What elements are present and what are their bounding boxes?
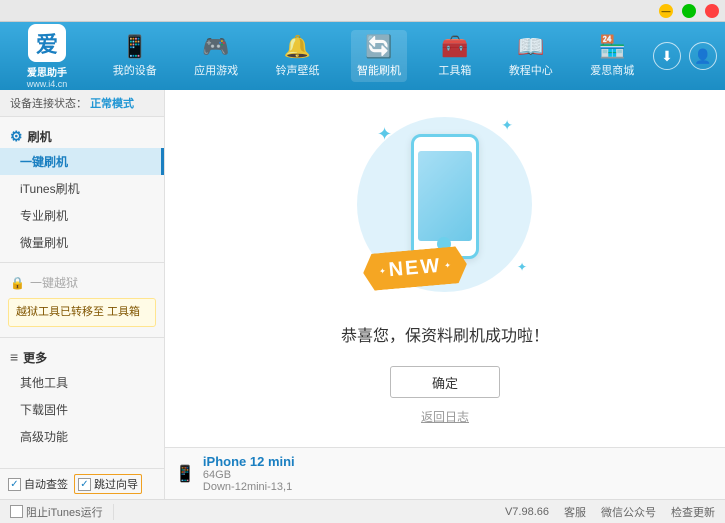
sidebar-item-advanced[interactable]: 高级功能: [0, 423, 164, 450]
device-name: iPhone 12 mini: [203, 454, 295, 469]
skip-wizard-checkbox[interactable]: ✓ 跳过向导: [74, 474, 142, 494]
nav-label-think-store: 爱思商城: [590, 62, 634, 78]
sidebar-item-one-key-flash[interactable]: 一键刷机: [0, 148, 164, 175]
success-message: 恭喜您，保资料刷机成功啦！: [341, 322, 549, 346]
new-star-right: ✦: [444, 261, 451, 271]
download-icon: ⬇: [661, 48, 673, 65]
nav-label-ringtones: 铃声壁纸: [276, 62, 320, 78]
jailbreak-warning: 越狱工具已转移至 工具箱: [8, 298, 156, 327]
status-bottom-bar: 阻止iTunes运行 V7.98.66 客服 微信公众号 检查更新: [0, 499, 725, 523]
device-storage: 64GB: [203, 469, 295, 481]
tutorial-icon: 📖: [517, 34, 544, 60]
nav-item-apps-games[interactable]: 🎮 应用游戏: [188, 30, 244, 82]
more-icon: ≡: [10, 349, 18, 365]
prevent-itunes-label: 阻止iTunes运行: [26, 504, 103, 520]
new-star-left: ✦: [379, 267, 386, 277]
status-label: 设备连接状态：: [10, 98, 87, 110]
nav-item-tutorial[interactable]: 📖 教程中心: [503, 30, 559, 82]
sidebar-item-itunes-flash[interactable]: iTunes刷机: [0, 175, 164, 202]
nav-label-my-device: 我的设备: [113, 62, 157, 78]
sparkle-top-right: ✦: [501, 117, 513, 134]
auto-complete-label: 自动查签: [24, 476, 68, 492]
maximize-button[interactable]: [682, 4, 696, 18]
nav-label-toolbox: 工具箱: [438, 62, 471, 78]
apps-games-icon: 🎮: [202, 34, 229, 60]
jailbreak-section: 🔒 一键越狱 越狱工具已转移至 工具箱: [0, 263, 164, 337]
jailbreak-section-title: 🔒 一键越狱: [0, 269, 164, 294]
phone-screen: [418, 151, 472, 241]
flash-section-title: ⚙ 刷机: [0, 123, 164, 148]
minimize-button[interactable]: —: [659, 4, 673, 18]
version-text: V7.98.66: [505, 506, 549, 518]
my-device-icon: 📱: [121, 34, 148, 60]
flash-icon: ⚙: [10, 128, 23, 145]
sparkle-left: ✦: [377, 124, 392, 145]
auto-complete-check-box: ✓: [8, 478, 21, 491]
smart-flash-icon: 🔄: [365, 34, 392, 60]
prevent-itunes-area: 阻止iTunes运行: [10, 504, 114, 520]
device-info-bar: 📱 iPhone 12 mini 64GB Down-12mini-13,1: [165, 447, 725, 499]
flash-section: ⚙ 刷机 一键刷机 iTunes刷机 专业刷机 微量刷机: [0, 117, 164, 262]
prevent-itunes-checkbox[interactable]: [10, 505, 23, 518]
phone-body: [411, 134, 479, 259]
sidebar-item-download-firmware[interactable]: 下载固件: [0, 396, 164, 423]
wechat-link[interactable]: 微信公众号: [601, 504, 656, 520]
nav-bar: 📱 我的设备 🎮 应用游戏 🔔 铃声壁纸 🔄 智能刷机 🧰 工具箱 📖: [94, 30, 653, 82]
success-illustration: ✦ ✦ ✦ ✦ NEW ✦: [345, 112, 545, 312]
logo[interactable]: 爱 爱思助手 www.i4.cn: [8, 24, 86, 89]
device-details: iPhone 12 mini 64GB Down-12mini-13,1: [203, 454, 295, 493]
sidebar: 设备连接状态： 正常模式 ⚙ 刷机 一键刷机 iTunes刷机: [0, 90, 165, 499]
lock-icon: 🔒: [10, 276, 25, 290]
download-button[interactable]: ⬇: [653, 42, 681, 70]
new-text: NEW: [388, 255, 442, 283]
header-right: ⬇ 👤: [653, 42, 717, 70]
nav-item-ringtones[interactable]: 🔔 铃声壁纸: [270, 30, 326, 82]
nav-item-toolbox[interactable]: 🧰 工具箱: [432, 30, 477, 82]
skip-wizard-check-box: ✓: [78, 478, 91, 491]
main-area: 设备连接状态： 正常模式 ⚙ 刷机 一键刷机 iTunes刷机: [0, 90, 725, 499]
status-value: 正常模式: [90, 98, 134, 110]
nav-item-smart-flash[interactable]: 🔄 智能刷机: [351, 30, 407, 82]
status-bar: 设备连接状态： 正常模式: [0, 90, 164, 117]
ringtones-icon: 🔔: [284, 34, 311, 60]
logo-url: www.i4.cn: [27, 79, 68, 89]
auto-complete-checkbox[interactable]: ✓ 自动查签: [8, 476, 68, 492]
header: 爱 爱思助手 www.i4.cn 📱 我的设备 🎮 应用游戏 🔔 铃声壁纸 🔄 …: [0, 22, 725, 90]
nav-item-think-store[interactable]: 🏪 爱思商城: [584, 30, 640, 82]
close-button[interactable]: [705, 4, 719, 18]
nav-label-tutorial: 教程中心: [509, 62, 553, 78]
logo-name: 爱思助手: [27, 64, 67, 79]
success-panel: ✦ ✦ ✦ ✦ NEW ✦ 恭喜您，保资料刷机成功啦！: [165, 90, 725, 447]
return-link[interactable]: 返回日志: [421, 408, 469, 425]
think-store-icon: 🏪: [599, 34, 626, 60]
content-area: ✦ ✦ ✦ ✦ NEW ✦ 恭喜您，保资料刷机成功啦！: [165, 90, 725, 499]
skip-wizard-label: 跳过向导: [94, 476, 138, 492]
toolbox-icon: 🧰: [441, 34, 468, 60]
sparkle-right: ✦: [517, 260, 527, 274]
user-button[interactable]: 👤: [689, 42, 717, 70]
more-section-title: ≡ 更多: [0, 344, 164, 369]
device-model: Down-12mini-13,1: [203, 481, 295, 493]
user-icon: 👤: [694, 48, 711, 65]
more-section: ≡ 更多 其他工具 下载固件 高级功能: [0, 338, 164, 456]
logo-icon: 爱: [36, 27, 58, 59]
sidebar-item-other-tools[interactable]: 其他工具: [0, 369, 164, 396]
device-icon: 📱: [175, 464, 195, 484]
nav-item-my-device[interactable]: 📱 我的设备: [107, 30, 163, 82]
title-bar: —: [0, 0, 725, 22]
nav-label-smart-flash: 智能刷机: [357, 62, 401, 78]
service-link[interactable]: 客服: [564, 504, 586, 520]
check-update-link[interactable]: 检查更新: [671, 504, 715, 520]
nav-label-apps-games: 应用游戏: [194, 62, 238, 78]
sidebar-item-pro-flash[interactable]: 专业刷机: [0, 202, 164, 229]
confirm-button[interactable]: 确定: [390, 366, 500, 398]
sidebar-item-micro-flash[interactable]: 微量刷机: [0, 229, 164, 256]
bottom-checkboxes: ✓ 自动查签 ✓ 跳过向导: [0, 468, 164, 499]
